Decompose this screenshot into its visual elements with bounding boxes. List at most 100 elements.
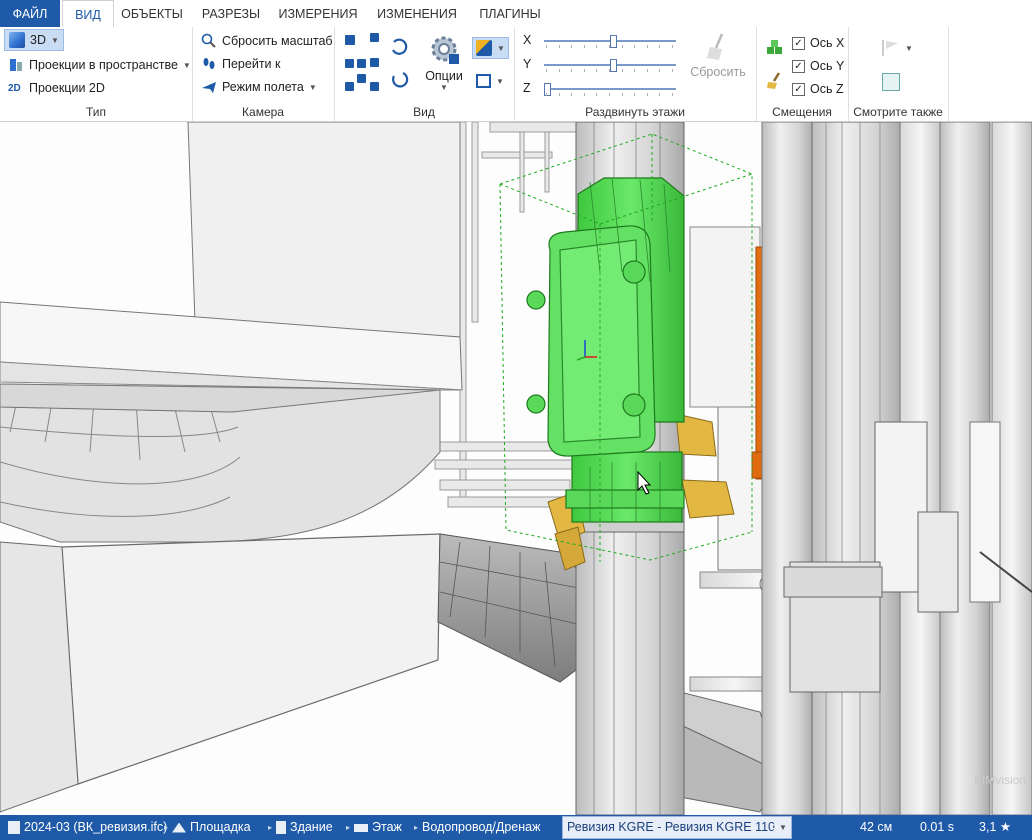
axis-x-checkbox[interactable]: ✓ Ось X — [792, 32, 844, 54]
chevron-down-icon: ▼ — [182, 60, 191, 70]
view-group: Опции ▼ ▼ ▼ Вид — [334, 27, 515, 121]
slider-tick — [621, 93, 623, 96]
reset-spread-button[interactable]: Сбросить — [686, 32, 750, 79]
offsets-title: Смещения — [772, 105, 832, 119]
z-slider[interactable] — [544, 83, 676, 96]
chevron-down-icon: ▼ — [497, 43, 505, 53]
reset-scale-button[interactable]: Сбросить масштаб — [201, 30, 333, 52]
status-rating: 3,1 ★ — [979, 820, 1012, 834]
chevron-down-icon: ▼ — [308, 82, 317, 92]
x-slider[interactable] — [544, 35, 676, 48]
go-to-button[interactable]: Перейти к — [201, 53, 280, 75]
slider-tick — [583, 93, 585, 96]
camera-group-title: Камера — [242, 105, 284, 119]
status-time: 0.01 s — [920, 820, 955, 834]
slider-tick — [571, 45, 573, 48]
tab-changes[interactable]: ИЗМЕНЕНИЯ — [372, 0, 462, 27]
gear-icon — [431, 36, 459, 64]
ribbon: 3D ▼ Проекции в пространстве ▼ 2D Проекц… — [0, 27, 1032, 122]
chevron-right-icon: ▸ — [414, 823, 419, 832]
slider-tick — [621, 69, 623, 72]
map-view-button[interactable]: ▼ — [476, 70, 504, 92]
airplane-icon — [201, 79, 217, 95]
slider-tick — [672, 93, 673, 96]
slider-tick — [596, 93, 598, 96]
spread-floors-group: X Y Z Сбросить Раздвинуть этажи — [514, 27, 757, 121]
flight-mode-button[interactable]: Режим полета ▼ — [201, 76, 317, 98]
chevron-down-icon: ▼ — [779, 823, 787, 832]
chevron-down-icon: ▼ — [496, 76, 504, 86]
slider-tick — [646, 69, 648, 72]
slider-tick — [596, 69, 598, 72]
slider-tick — [558, 45, 560, 48]
slider-tick — [646, 93, 648, 96]
slider-tick — [571, 93, 573, 96]
y-slider-thumb[interactable] — [609, 59, 617, 72]
tab-view[interactable]: ВИД — [62, 0, 114, 29]
tab-file[interactable]: ФАЙЛ — [0, 0, 60, 27]
slider-tick — [609, 93, 610, 96]
slider-tick — [558, 69, 560, 72]
ribbon-tabs: ФАЙЛ ВИД ОБЪЕКТЫ РАЗРЕЗЫ ИЗМЕРЕНИЯ ИЗМЕН… — [0, 0, 1032, 29]
slider-tick — [583, 45, 585, 48]
map-icon — [476, 74, 491, 88]
type-group: 3D ▼ Проекции в пространстве ▼ 2D Проекц… — [0, 27, 193, 121]
watermark: BIMvision — [973, 773, 1026, 787]
options-button[interactable]: Опции ▼ — [424, 32, 464, 92]
status-floor[interactable]: ▸ Этаж — [346, 815, 402, 840]
floor-icon — [354, 823, 369, 832]
paint-bucket-icon — [476, 40, 492, 56]
x-label: X — [523, 33, 532, 47]
document-icon — [882, 73, 900, 91]
type-group-title: Тип — [85, 105, 106, 119]
see-also-group: ▼ Смотрите также — [848, 27, 949, 121]
model-render — [0, 122, 1032, 815]
y-label: Y — [523, 57, 532, 71]
slider-tick — [634, 93, 636, 96]
slider-tick — [672, 45, 673, 48]
footprints-icon — [201, 56, 217, 72]
status-system[interactable]: ▸ Водопровод/Дренаж — [414, 815, 540, 840]
slider-tick — [659, 93, 661, 96]
slider-tick — [546, 69, 547, 72]
brush-icon — [767, 72, 781, 89]
slider-tick — [659, 45, 661, 48]
slider-tick — [609, 45, 610, 48]
tab-sections[interactable]: РАЗРЕЗЫ — [198, 0, 264, 27]
status-revision[interactable]: Ревизия KGRE - Ревизия KGRE 110 ▼ — [562, 816, 792, 839]
chevron-right-icon: ▸ — [268, 823, 273, 832]
space-projections-button[interactable]: Проекции в пространстве ▼ — [8, 54, 191, 76]
projections-2d-button[interactable]: 2D Проекции 2D — [8, 77, 105, 99]
axis-y-checkbox[interactable]: ✓ Ось Y — [792, 55, 844, 77]
tab-objects[interactable]: ОБЪЕКТЫ — [118, 0, 186, 27]
view-presets-icons[interactable] — [342, 32, 414, 98]
building-icon — [276, 821, 287, 834]
tab-measurements[interactable]: ИЗМЕРЕНИЯ — [276, 0, 360, 27]
tab-plugins[interactable]: ПЛАГИНЫ — [474, 0, 546, 27]
x-slider-thumb[interactable] — [609, 35, 617, 48]
flag-button[interactable]: ▼ — [882, 37, 913, 59]
info-button[interactable] — [882, 71, 900, 93]
3d-viewport[interactable]: BIMvision — [0, 122, 1032, 815]
slider-tick — [558, 93, 560, 96]
y-slider[interactable] — [544, 59, 676, 72]
display-mode-button[interactable]: ▼ — [472, 37, 509, 59]
check-icon: ✓ — [792, 82, 805, 96]
broom-icon — [707, 33, 724, 60]
status-file[interactable]: 2024-03 (ВК_ревизия.ifc) — [8, 815, 167, 840]
slider-tick — [546, 45, 547, 48]
check-icon: ✓ — [792, 59, 805, 73]
status-distance: 42 см — [860, 820, 893, 834]
slider-tick — [634, 45, 636, 48]
status-site[interactable]: ▸ Площадка — [164, 815, 251, 840]
2d-icon: 2D — [8, 82, 21, 94]
flag-icon — [882, 40, 900, 56]
mode-3d-button[interactable]: 3D ▼ — [4, 29, 64, 51]
slider-tick — [571, 69, 573, 72]
chevron-down-icon: ▼ — [50, 35, 59, 45]
axis-z-checkbox[interactable]: ✓ Ось Z — [792, 78, 844, 100]
document-icon — [8, 821, 20, 834]
status-more[interactable]: > — [771, 815, 778, 840]
zoom-reset-icon — [201, 33, 217, 49]
status-building[interactable]: ▸ Здание — [268, 815, 333, 840]
